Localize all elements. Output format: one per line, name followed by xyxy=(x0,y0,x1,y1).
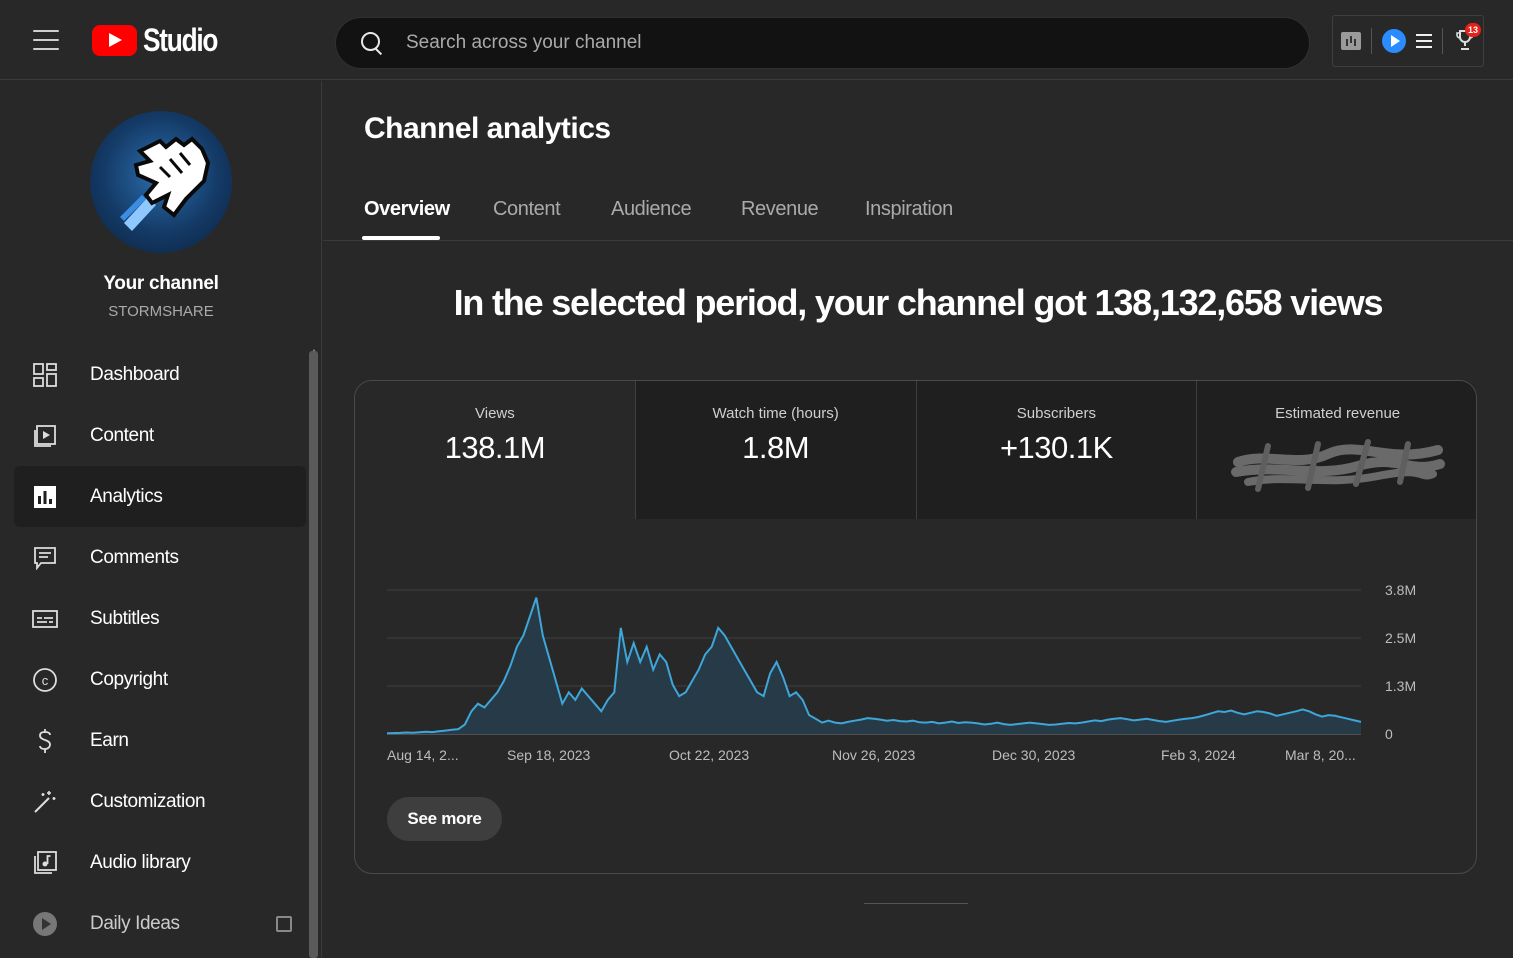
sidebar-item-content[interactable]: Content xyxy=(14,405,306,466)
period-summary-headline: In the selected period, your channel got… xyxy=(453,282,1384,323)
sidebar-item-dashboard[interactable]: Dashboard xyxy=(14,344,306,405)
subtitles-icon xyxy=(32,606,58,632)
svg-text:c: c xyxy=(42,673,49,688)
audio-library-icon xyxy=(32,850,58,876)
page-title: Channel analytics xyxy=(364,112,611,145)
see-more-button[interactable]: See more xyxy=(387,797,502,841)
sidebar-nav: Dashboard Content Analytics Comments Sub… xyxy=(14,344,306,954)
top-bar: Studio 13 xyxy=(0,0,1513,80)
metric-label: Subscribers xyxy=(1016,405,1096,422)
sidebar-item-analytics[interactable]: Analytics xyxy=(14,466,306,527)
active-tab-indicator xyxy=(362,236,440,240)
sidebar-item-label: Earn xyxy=(90,729,129,751)
sidebar-item-audio-library[interactable]: Audio library xyxy=(14,832,306,893)
menu-icon[interactable] xyxy=(30,26,62,54)
redaction-scribble xyxy=(1230,439,1445,492)
copyright-icon: c xyxy=(32,667,58,693)
metric-label: Estimated revenue xyxy=(1275,405,1401,422)
metric-tabs: Views 138.1M Watch time (hours) 1.8M Sub… xyxy=(355,381,1476,519)
extension-chart-icon[interactable] xyxy=(1341,32,1361,50)
sidebar-item-customization[interactable]: Customization xyxy=(14,771,306,832)
section-divider xyxy=(864,903,968,904)
studio-logo[interactable]: Studio xyxy=(92,22,234,58)
sidebar-item-daily-ideas[interactable]: Daily Ideas xyxy=(14,893,306,954)
y-axis-labels: 3.8M 2.5M 1.3M 0 xyxy=(1385,582,1416,742)
trophy-icon[interactable]: 13 xyxy=(1453,23,1481,53)
channel-handle: STORMSHARE xyxy=(108,303,214,320)
sidebar: Your channel STORMSHARE Dashboard Conten… xyxy=(0,81,322,958)
extension-toolbar: 13 xyxy=(1332,15,1484,67)
x-tick-label: Aug 14, 2... xyxy=(387,747,459,763)
sidebar-item-copyright[interactable]: c Copyright xyxy=(14,649,306,710)
x-tick-label: Nov 26, 2023 xyxy=(832,747,915,763)
y-tick-label: 2.5M xyxy=(1385,630,1416,646)
x-tick-label: Mar 8, 20... xyxy=(1285,747,1356,763)
metric-value: 1.8M xyxy=(742,430,810,465)
metric-value: +130.1K xyxy=(999,430,1113,465)
sidebar-item-comments[interactable]: Comments xyxy=(14,527,306,588)
x-axis-labels: Aug 14, 2... Sep 18, 2023 Oct 22, 2023 Nov … xyxy=(387,747,1356,763)
toolbar-divider xyxy=(1371,28,1372,54)
tab-content[interactable]: Content xyxy=(493,198,561,221)
metric-views[interactable]: Views 138.1M xyxy=(355,381,636,519)
metric-subscribers[interactable]: Subscribers +130.1K xyxy=(916,381,1198,519)
notification-badge: 13 xyxy=(1465,23,1481,37)
y-tick-label: 3.8M xyxy=(1385,582,1416,598)
analytics-tabs: Overview Content Audience Revenue Inspir… xyxy=(323,186,1513,241)
sidebar-item-label: Subtitles xyxy=(90,607,160,629)
metric-watch-time[interactable]: Watch time (hours) 1.8M xyxy=(635,381,917,519)
sidebar-item-earn[interactable]: Earn xyxy=(14,710,306,771)
views-area xyxy=(387,597,1361,734)
tab-overview[interactable]: Overview xyxy=(364,198,450,221)
customization-icon xyxy=(32,789,58,815)
sidebar-item-subtitles[interactable]: Subtitles xyxy=(14,588,306,649)
x-tick-label: Oct 22, 2023 xyxy=(669,747,749,763)
analytics-icon xyxy=(32,484,58,510)
content-icon xyxy=(32,423,58,449)
logo-text: Studio xyxy=(143,21,218,58)
tab-revenue[interactable]: Revenue xyxy=(741,198,819,221)
search-input[interactable] xyxy=(406,32,1266,54)
metric-value: 138.1M xyxy=(444,430,546,465)
daily-ideas-icon xyxy=(32,911,58,937)
sidebar-item-label: Content xyxy=(90,424,154,446)
sidebar-item-label: Customization xyxy=(90,790,206,812)
sidebar-item-label: Comments xyxy=(90,546,179,568)
extension-play-icon[interactable] xyxy=(1382,29,1406,53)
y-tick-label: 0 xyxy=(1385,726,1393,742)
sidebar-item-label: Audio library xyxy=(90,851,191,873)
external-link-icon xyxy=(276,915,292,932)
comments-icon xyxy=(32,545,58,571)
y-tick-label: 1.3M xyxy=(1385,678,1416,694)
search-icon[interactable] xyxy=(358,29,386,57)
tab-audience[interactable]: Audience xyxy=(611,198,692,221)
x-tick-label: Dec 30, 2023 xyxy=(992,747,1075,763)
channel-avatar[interactable] xyxy=(90,111,232,253)
views-chart[interactable]: 3.8M 2.5M 1.3M 0 Aug 14, 2... Sep 18, 2023 Oc… xyxy=(355,519,1477,779)
tab-inspiration[interactable]: Inspiration xyxy=(865,198,953,221)
sidebar-item-label: Dashboard xyxy=(90,363,180,385)
overview-card: Views 138.1M Watch time (hours) 1.8M Sub… xyxy=(354,380,1477,874)
metric-label: Watch time (hours) xyxy=(712,405,839,422)
dashboard-icon xyxy=(32,362,58,388)
metric-estimated-revenue[interactable]: Estimated revenue xyxy=(1197,381,1476,519)
sidebar-scrollbar[interactable] xyxy=(309,351,318,958)
channel-label: Your channel xyxy=(103,273,219,294)
toolbar-divider xyxy=(1442,28,1443,54)
extension-menu-icon[interactable] xyxy=(1416,34,1432,48)
sidebar-item-label: Copyright xyxy=(90,668,168,690)
earn-icon xyxy=(32,728,58,754)
search-bar[interactable] xyxy=(335,17,1310,69)
metric-label: Views xyxy=(475,405,515,422)
x-tick-label: Feb 3, 2024 xyxy=(1161,747,1236,763)
x-tick-label: Sep 18, 2023 xyxy=(507,747,591,763)
sidebar-item-label: Daily Ideas xyxy=(90,912,180,934)
sidebar-item-label: Analytics xyxy=(90,485,163,507)
youtube-logo-icon xyxy=(92,24,137,56)
